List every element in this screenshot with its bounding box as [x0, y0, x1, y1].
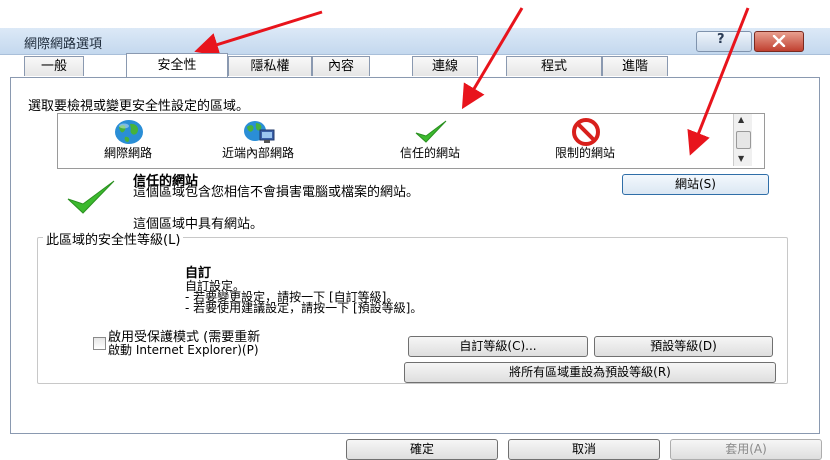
annotation-arrow — [194, 10, 323, 57]
annotation-arrow — [687, 7, 750, 156]
annotation-arrow — [461, 7, 524, 110]
annotation-overlay — [194, 7, 750, 156]
tab-security[interactable]: 安全性 — [126, 53, 228, 77]
